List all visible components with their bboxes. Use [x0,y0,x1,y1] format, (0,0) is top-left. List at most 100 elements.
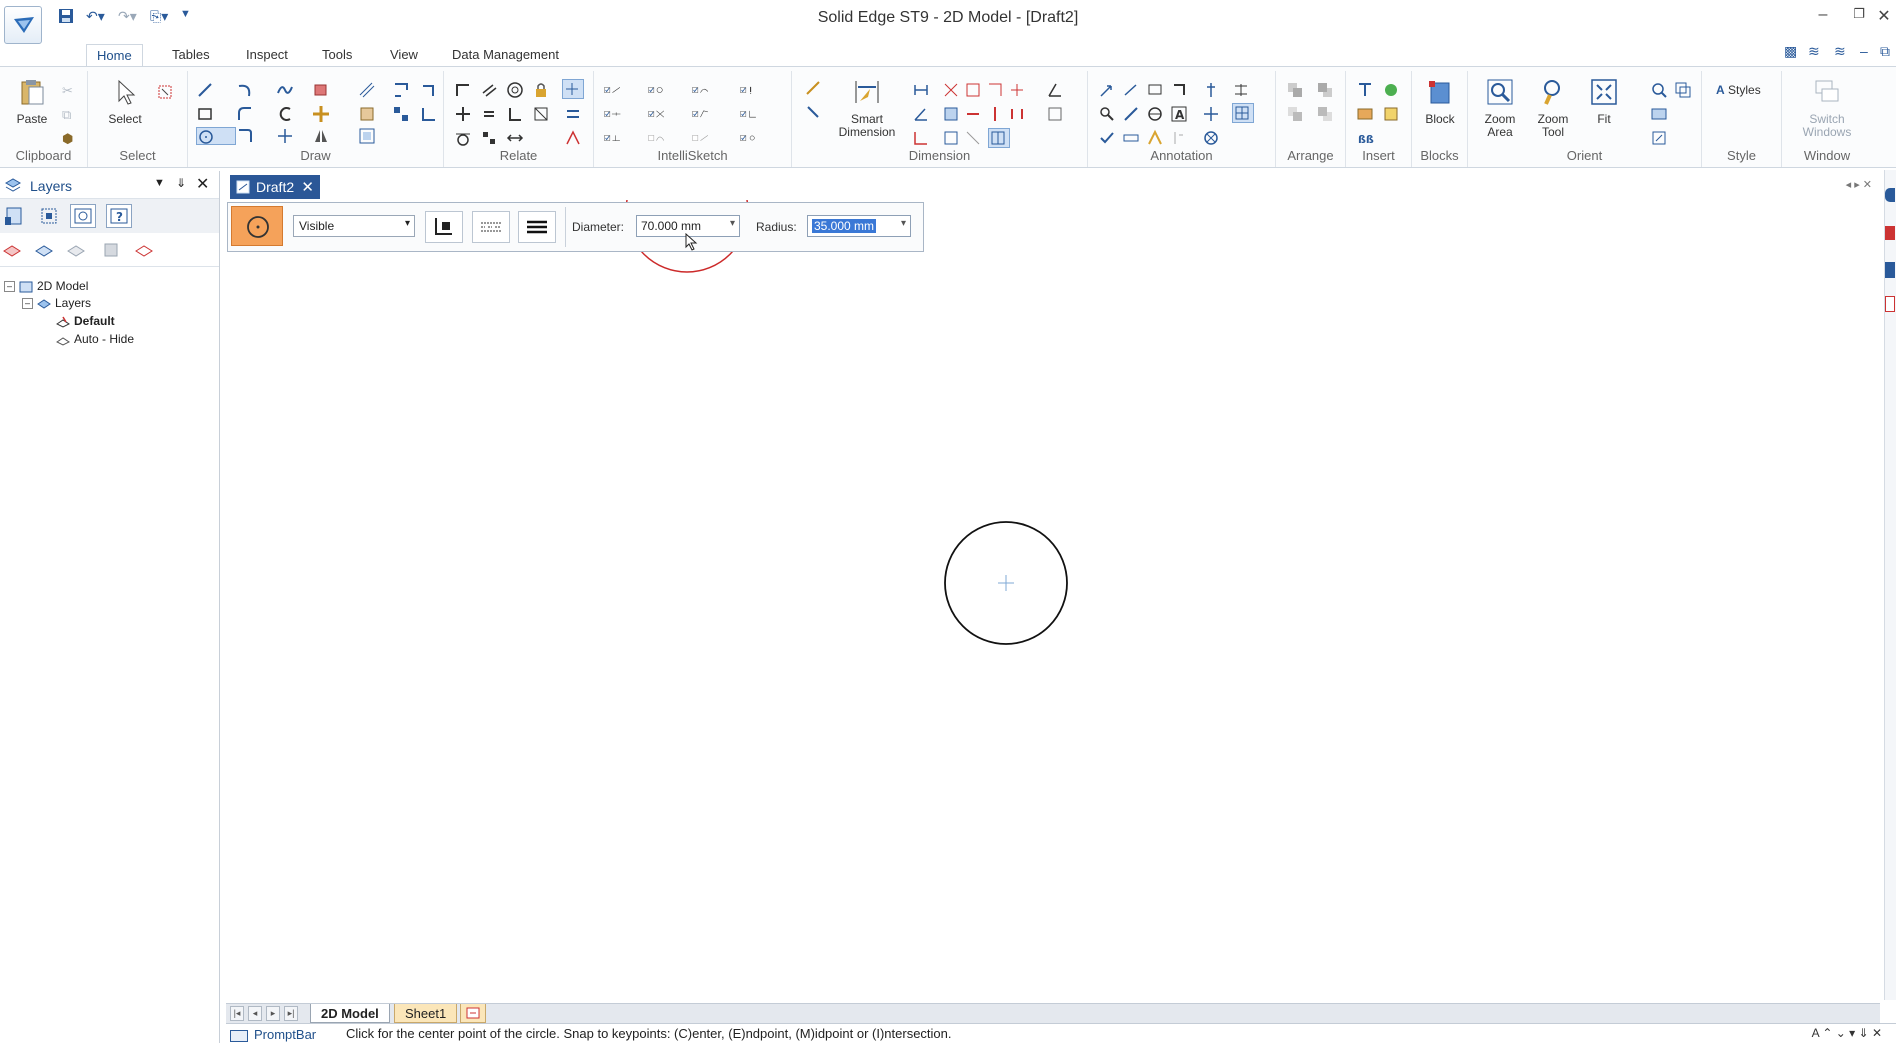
keypoint-none-icon[interactable] [692,129,726,147]
line-color-button[interactable] [425,211,463,243]
arc-icon[interactable] [236,81,254,99]
insert-image-icon[interactable] [1356,105,1374,123]
prompt-scroll-down-icon[interactable]: ⌄ [1836,1026,1846,1040]
insert-text-icon[interactable] [1356,81,1374,99]
first-sheet-icon[interactable]: |◂ [230,1006,244,1021]
tree-row-2d-model[interactable]: – 2D Model [4,279,88,297]
ribbon-minimize-icon[interactable]: – [1860,43,1868,59]
align-dimensions-icon[interactable] [964,129,982,147]
mirror-icon[interactable] [312,127,330,145]
centerline-icon[interactable] [1202,105,1220,123]
text-icon[interactable]: A [1170,105,1188,123]
restore-button[interactable]: ❐ [1844,6,1874,30]
tab-view[interactable]: View [380,44,428,66]
move-icon[interactable] [312,105,330,123]
keypoint-tangent-icon[interactable] [692,105,726,123]
move-to-layer-icon[interactable] [64,238,90,262]
insert-object-icon[interactable] [1382,105,1400,123]
layer-properties-icon[interactable] [132,238,158,262]
curve-icon[interactable] [276,81,294,99]
tab-inspect[interactable]: Inspect [236,44,298,66]
connect-icon[interactable] [454,81,472,99]
relationship-colors-icon[interactable] [564,129,582,147]
rectangle-icon[interactable] [196,105,214,123]
help-icon[interactable]: ▩ [1784,43,1797,60]
angle-between-icon[interactable] [912,105,930,123]
sheet-tab-sheet1[interactable]: Sheet1 [394,1004,458,1023]
perpendicular-icon[interactable] [506,105,524,123]
add-sheet-tab[interactable] [460,1004,486,1023]
intersect-icon[interactable] [454,105,472,123]
property-text-icon[interactable] [1170,129,1188,147]
parallel-icon[interactable] [480,81,498,99]
smart-dimension-button[interactable]: Smart Dimension [834,77,900,139]
previous-view-icon[interactable] [1650,105,1668,123]
angular-coordinate-icon[interactable] [964,81,982,99]
insert-symbol-icon[interactable]: ßß [1356,129,1374,147]
cut-icon[interactable]: ✂ [62,83,80,101]
insert-hyperlink-icon[interactable] [1382,81,1400,99]
copy-icon[interactable]: ⧉ [62,107,80,125]
keypoint-silhouette-icon[interactable] [740,81,774,99]
tab-tools[interactable]: Tools [312,44,362,66]
keypoint-endpoint-icon[interactable] [604,81,638,99]
offset-icon[interactable] [276,105,294,123]
zoom-tool-button[interactable]: Zoom Tool [1530,77,1576,139]
new-layer-icon[interactable] [0,238,26,262]
chamfer-dimension-icon[interactable] [986,81,1004,99]
keypoint-perpendicular-icon[interactable] [740,105,774,123]
line-icon[interactable] [196,81,214,99]
close-document-icon[interactable]: ✕ [301,178,314,196]
pattern-icon[interactable] [392,105,410,123]
sheet-tab-2d-model[interactable]: 2D Model [310,1004,390,1023]
line-type-button[interactable] [472,211,510,243]
dimension-offset-icon[interactable] [1008,105,1026,123]
next-sheet-icon[interactable]: ▸ [266,1006,280,1021]
weld-symbol-icon[interactable] [1202,81,1220,99]
keypoint-box-icon[interactable] [648,129,682,147]
switch-windows-button[interactable]: Switch Windows [1794,77,1860,139]
copy-attributes-icon[interactable] [942,105,960,123]
dimension-prefix-icon[interactable] [1046,105,1064,123]
document-tab-draft2[interactable]: Draft2 ✕ [230,175,320,199]
edge-condition-icon[interactable] [1122,105,1140,123]
send-backward-icon[interactable] [1316,81,1334,99]
attach-dimension-icon[interactable] [964,105,982,123]
radial-dimension-icon[interactable] [1008,81,1026,99]
prompt-history-icon[interactable]: A [1812,1026,1819,1040]
cross-hatch-icon[interactable] [1202,129,1220,147]
zoom-in-out-icon[interactable] [1650,81,1668,99]
pan-icon[interactable] [1674,81,1692,99]
rigid-set-icon[interactable] [480,129,498,147]
dimension-style-icon[interactable] [804,103,822,121]
layer-help-icon[interactable]: ? [106,204,132,228]
drawing-canvas[interactable] [222,149,1880,1003]
equal-icon[interactable] [480,105,498,123]
bring-to-front-icon[interactable] [1286,105,1304,123]
lock-icon[interactable] [532,81,550,99]
tab-home[interactable]: Home [86,44,143,66]
keypoint-alignment-icon[interactable] [604,129,638,147]
last-sheet-icon[interactable]: ▸| [284,1006,298,1021]
show-layer-icon[interactable] [2,204,28,228]
collapse-icon[interactable]: – [22,298,33,310]
stretch-icon[interactable] [420,105,438,123]
prompt-scroll-up-icon[interactable]: ⌃ [1822,1026,1832,1040]
window-arrange-icon[interactable]: ≋ [1808,43,1820,60]
collapse-icon[interactable]: – [4,281,15,293]
fit-button[interactable]: Fit [1584,77,1624,126]
hide-layer-icon[interactable] [36,204,62,228]
concentric-icon[interactable] [506,81,524,99]
connector-icon[interactable] [1146,129,1164,147]
select-tools-icon[interactable] [156,83,174,101]
datum-icon[interactable] [1170,81,1188,99]
doc-scroll-right-icon[interactable]: ▸ [1854,179,1860,191]
prompt-options-icon[interactable]: ▾ [1849,1026,1855,1040]
distance-between-icon[interactable] [912,81,930,99]
angle-dimension-icon[interactable] [1046,81,1064,99]
area-icon[interactable] [358,105,376,123]
keypoint-center-icon[interactable] [648,81,682,99]
feature-control-frame-icon[interactable] [1098,105,1116,123]
radius-input[interactable]: 35.000 mm ▾ [807,215,911,237]
tab-tables[interactable]: Tables [162,44,220,66]
